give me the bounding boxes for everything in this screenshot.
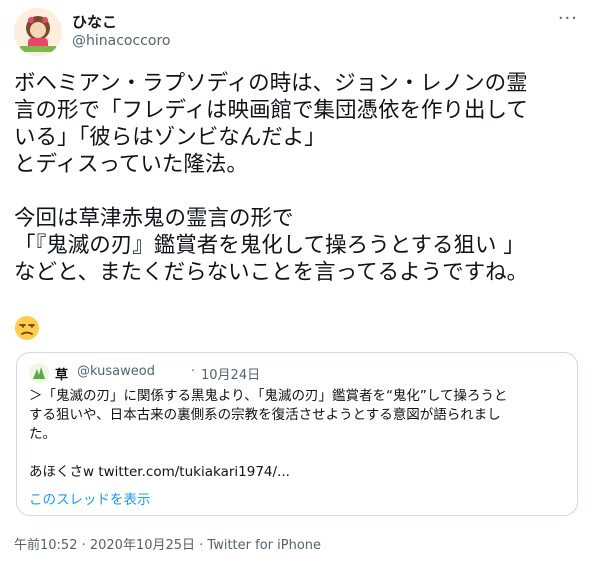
quoted-date[interactable]: 10月24日 (201, 364, 260, 383)
author-handle[interactable]: @hinacoccoro (72, 33, 170, 49)
quoted-tweet-card[interactable]: 草 @kusaweod · 10月24日 ＞「鬼滅の刃」に関係する黒鬼より、「鬼… (16, 352, 578, 516)
quoted-author-avatar[interactable] (29, 363, 49, 383)
unamused-face-icon (15, 316, 39, 340)
quoted-avatar-illustration (29, 363, 49, 383)
quoted-tweet-text: ＞「鬼滅の刃」に関係する黒鬼より、「鬼滅の刃」鑑賞者を“鬼化”して操ろうと する… (29, 388, 508, 480)
tweet-text: ボヘミアン・ラプソディの時は、ジョン・レノンの霊 言の形で「フレディは映画館で集… (14, 71, 529, 285)
quoted-handle[interactable]: @kusaweod (77, 364, 155, 379)
author-avatar[interactable] (14, 8, 62, 56)
more-options-icon[interactable]: ··· (558, 8, 578, 29)
author-display-name[interactable]: ひなこ (72, 11, 117, 32)
quoted-display-name[interactable]: 草 (55, 364, 68, 383)
quoted-separator: · (191, 364, 196, 379)
avatar-illustration (14, 8, 62, 56)
show-thread-link[interactable]: このスレッドを表示 (29, 488, 151, 508)
tweet-timestamp[interactable]: 午前10:52 · 2020年10月25日 · Twitter for iPho… (14, 534, 321, 553)
